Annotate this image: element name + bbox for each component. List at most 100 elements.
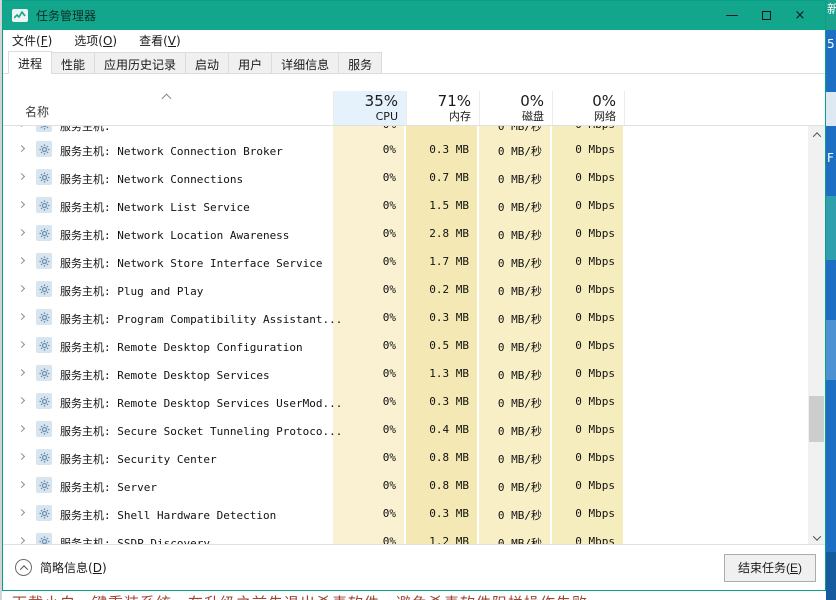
service-gear-icon	[36, 141, 52, 157]
cpu-value: 0%	[333, 339, 396, 352]
memory-total: 71%	[407, 93, 471, 110]
window-title: 任务管理器	[36, 7, 96, 24]
network-value: 0 Mbps	[552, 339, 615, 352]
column-header-memory[interactable]: 71% 内存	[406, 91, 479, 125]
tab-processes[interactable]: 进程	[8, 51, 52, 74]
table-row[interactable]: 服务主机: Network Store Interface Service 0%…	[3, 247, 825, 275]
process-table-body: 服务主机: 0% 0 MB/秒 0 Mbps 服务主机: Network Con…	[3, 126, 825, 546]
process-name: 服务主机: Plug and Play	[60, 283, 203, 299]
service-gear-icon	[36, 253, 52, 269]
titlebar[interactable]: 任务管理器 — ×	[3, 1, 825, 30]
memory-value: 0.3 MB	[406, 507, 469, 520]
column-header-disk[interactable]: 0% 磁盘	[479, 91, 552, 125]
memory-value: 0.4 MB	[406, 423, 469, 436]
process-name: 服务主机: Network Store Interface Service	[60, 255, 323, 271]
background-band	[826, 552, 836, 600]
tab-users[interactable]: 用户	[228, 52, 272, 73]
expand-chevron-icon[interactable]	[18, 481, 25, 488]
disk-value: 0 MB/秒	[479, 395, 542, 411]
table-row[interactable]: 服务主机: 0% 0 MB/秒 0 Mbps	[3, 126, 825, 135]
expand-chevron-icon[interactable]	[18, 369, 25, 376]
table-row[interactable]: 服务主机: Security Center 0% 0.8 MB 0 MB/秒 0…	[3, 443, 825, 471]
service-gear-icon	[36, 393, 52, 409]
expand-chevron-icon[interactable]	[18, 257, 25, 264]
service-gear-icon	[36, 225, 52, 241]
menu-bar: 文件(F) 选项(O) 查看(V)	[3, 30, 825, 51]
table-row[interactable]: 服务主机: Shell Hardware Detection 0% 0.3 MB…	[3, 499, 825, 527]
scrollbar[interactable]	[808, 126, 825, 546]
tab-app-history[interactable]: 应用历史记录	[94, 52, 186, 73]
expand-chevron-icon[interactable]	[18, 145, 25, 152]
tab-startup[interactable]: 启动	[185, 52, 229, 73]
expand-chevron-icon[interactable]	[18, 313, 25, 320]
service-gear-icon	[36, 281, 52, 297]
cpu-value: 0%	[333, 311, 396, 324]
process-name: 服务主机: Network List Service	[60, 199, 250, 215]
network-value: 0 Mbps	[552, 395, 615, 408]
table-row[interactable]: 服务主机: Secure Socket Tunneling Protoco...…	[3, 415, 825, 443]
process-name: 服务主机: Server	[60, 479, 157, 495]
column-header-name[interactable]: 名称	[25, 103, 49, 120]
cpu-value: 0%	[333, 479, 396, 492]
fewer-details-toggle[interactable]: 简略信息(D)	[15, 559, 107, 576]
expand-chevron-icon[interactable]	[18, 425, 25, 432]
expand-chevron-icon[interactable]	[18, 509, 25, 516]
end-task-button[interactable]: 结束任务(E)	[724, 554, 816, 582]
disk-value: 0 MB/秒	[479, 171, 542, 187]
cpu-value: 0%	[333, 395, 396, 408]
memory-value: 0.5 MB	[406, 339, 469, 352]
disk-value: 0 MB/秒	[479, 479, 542, 495]
cpu-value: 0%	[333, 255, 396, 268]
service-gear-icon	[36, 421, 52, 437]
minimize-button[interactable]: —	[715, 1, 749, 30]
network-value: 0 Mbps	[552, 143, 615, 156]
menu-options[interactable]: 选项(O)	[74, 32, 117, 49]
expand-chevron-icon[interactable]	[18, 229, 25, 236]
expand-chevron-icon[interactable]	[18, 201, 25, 208]
expand-chevron-icon[interactable]	[18, 397, 25, 404]
table-row[interactable]: 服务主机: Network Location Awareness 0% 2.8 …	[3, 219, 825, 247]
expand-chevron-icon[interactable]	[18, 285, 25, 292]
sort-ascending-icon	[162, 94, 172, 104]
scroll-up-button[interactable]	[808, 126, 825, 143]
network-value: 0 Mbps	[552, 479, 615, 492]
network-value: 0 Mbps	[552, 451, 615, 464]
cpu-value: 0%	[333, 423, 396, 436]
column-header-cpu[interactable]: 35% CPU	[333, 91, 406, 125]
memory-value: 0.8 MB	[406, 479, 469, 492]
table-row[interactable]: 服务主机: Network List Service 0% 1.5 MB 0 M…	[3, 191, 825, 219]
table-row-partial[interactable]: 服务主机: 0% 0 MB/秒 0 Mbps	[3, 126, 825, 135]
process-name: 服务主机: Network Connection Broker	[60, 143, 283, 159]
tab-details[interactable]: 详细信息	[271, 52, 339, 73]
expand-chevron-icon[interactable]	[18, 341, 25, 348]
menu-view[interactable]: 查看(V)	[139, 32, 181, 49]
maximize-button[interactable]	[749, 1, 783, 30]
service-gear-icon	[36, 169, 52, 185]
expand-chevron-icon[interactable]	[18, 537, 25, 544]
expand-chevron-icon[interactable]	[18, 453, 25, 460]
background-text-fragment: 5	[827, 38, 835, 50]
cpu-value: 0%	[333, 507, 396, 520]
process-name: 服务主机: Shell Hardware Detection	[60, 507, 276, 523]
menu-file[interactable]: 文件(F)	[12, 32, 52, 49]
service-gear-icon	[36, 309, 52, 325]
tab-services[interactable]: 服务	[338, 52, 382, 73]
scrollbar-thumb[interactable]	[809, 396, 824, 442]
tab-performance[interactable]: 性能	[51, 52, 95, 73]
table-row[interactable]: 服务主机: Plug and Play 0% 0.2 MB 0 MB/秒 0 M…	[3, 275, 825, 303]
close-button[interactable]: ×	[783, 1, 817, 30]
table-row[interactable]: 服务主机: Remote Desktop Configuration 0% 0.…	[3, 331, 825, 359]
table-row[interactable]: 服务主机: Program Compatibility Assistant...…	[3, 303, 825, 331]
expand-chevron-icon[interactable]	[18, 173, 25, 180]
expand-chevron-icon[interactable]	[18, 126, 25, 127]
table-row[interactable]: 服务主机: Remote Desktop Services 0% 1.3 MB …	[3, 359, 825, 387]
table-row[interactable]: 服务主机: Remote Desktop Services UserMod...…	[3, 387, 825, 415]
network-value: 0 Mbps	[552, 423, 615, 436]
process-name: 服务主机: Remote Desktop Services	[60, 367, 270, 383]
cpu-value: 0%	[333, 367, 396, 380]
table-row[interactable]: 服务主机: Server 0% 0.8 MB 0 MB/秒 0 Mbps	[3, 471, 825, 499]
column-header-network[interactable]: 0% 网络	[552, 91, 625, 125]
table-row[interactable]: 服务主机: Network Connections 0% 0.7 MB 0 MB…	[3, 163, 825, 191]
service-gear-icon	[36, 449, 52, 465]
table-row[interactable]: 服务主机: Network Connection Broker 0% 0.3 M…	[3, 135, 825, 163]
